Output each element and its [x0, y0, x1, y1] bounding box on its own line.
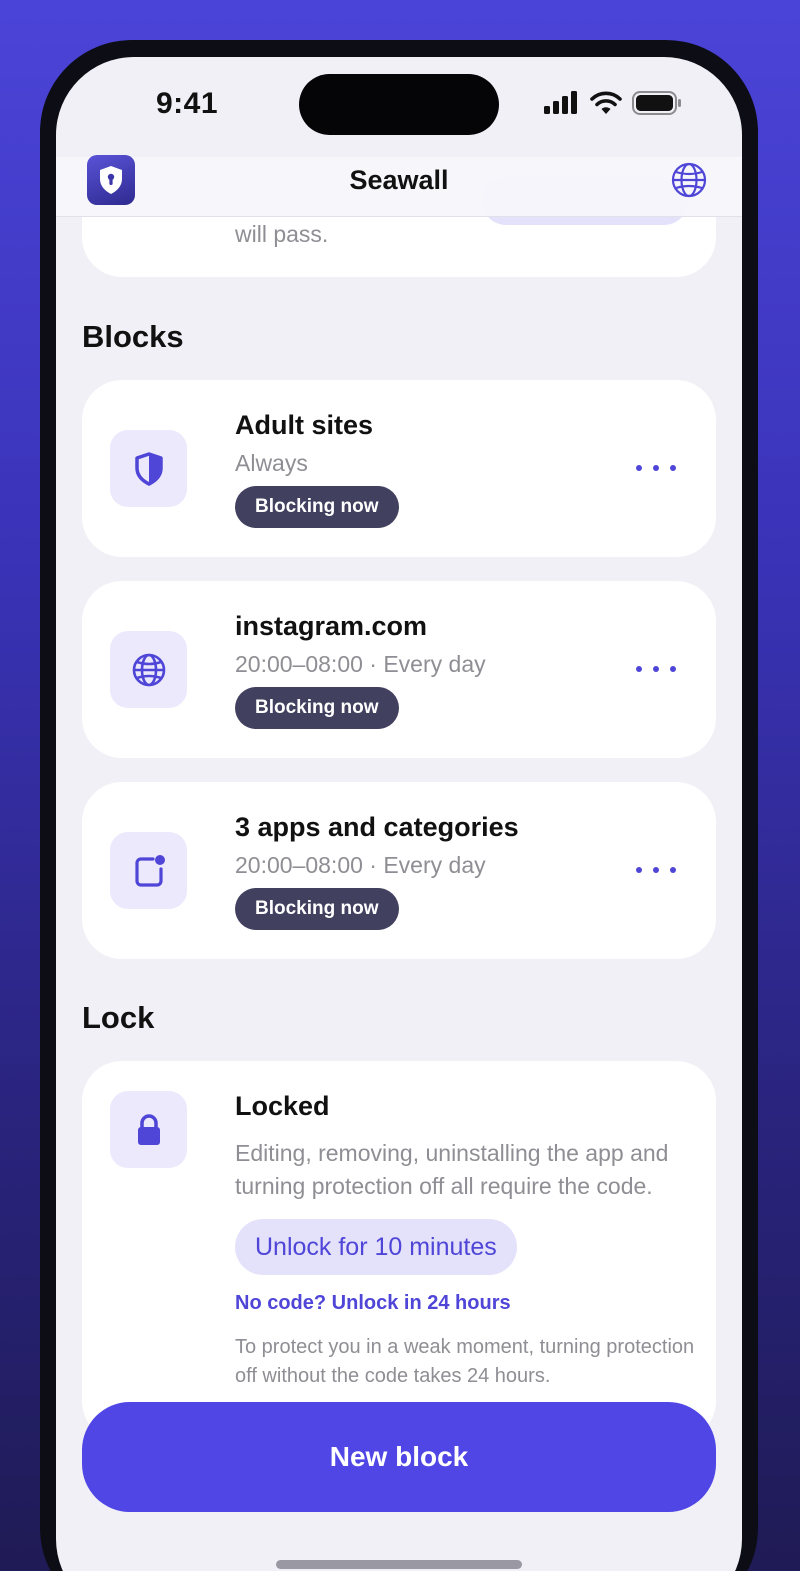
blocking-status-badge: Blocking now	[235, 486, 399, 528]
dot-icon	[653, 867, 659, 873]
shield-icon	[134, 451, 163, 486]
more-options-button[interactable]	[636, 659, 676, 679]
lock-description: Editing, removing, uninstalling the app …	[235, 1140, 669, 1199]
partial-text: will pass.	[235, 221, 329, 247]
app-screen: will pass. Blocks Adult sites Always Blo…	[56, 57, 742, 1571]
block-card[interactable]: instagram.com 20:00–08:00 · Every day Bl…	[82, 581, 716, 758]
battery-icon	[632, 91, 681, 115]
scroll-content[interactable]: will pass. Blocks Adult sites Always Blo…	[56, 57, 742, 1571]
block-title: instagram.com	[235, 611, 428, 641]
wifi-icon	[590, 91, 622, 114]
block-schedule: 20:00–08:00 · Every day	[235, 651, 486, 677]
dot-icon	[653, 666, 659, 672]
home-indicator	[276, 1560, 522, 1569]
navigation-bar: Seawall	[56, 155, 742, 217]
dynamic-island	[299, 74, 499, 135]
more-options-button[interactable]	[636, 860, 676, 880]
signal-icon	[544, 91, 577, 114]
block-title: 3 apps and categories	[235, 812, 519, 842]
unlock-24-hours-link[interactable]: No code? Unlock in 24 hours	[235, 1292, 511, 1315]
lock-icon-tile	[110, 1091, 187, 1168]
unlock-10-minutes-button[interactable]: Unlock for 10 minutes	[235, 1219, 517, 1275]
dot-icon	[653, 465, 659, 471]
dot-icon	[670, 666, 676, 672]
status-time: 9:41	[156, 87, 219, 120]
block-title: Adult sites	[235, 410, 374, 440]
block-schedule: Always	[235, 450, 308, 476]
block-icon-tile	[110, 430, 187, 507]
status-icons	[544, 91, 682, 115]
block-icon-tile	[110, 832, 187, 909]
lock-icon	[137, 1113, 160, 1145]
dot-icon	[670, 465, 676, 471]
dot-icon	[636, 465, 642, 471]
dot-icon	[670, 867, 676, 873]
block-card[interactable]: Adult sites Always Blocking now	[82, 380, 716, 557]
app-icon	[134, 854, 165, 887]
block-card[interactable]: 3 apps and categories 20:00–08:00 · Ever…	[82, 782, 716, 959]
dot-icon	[636, 666, 642, 672]
lock-title: Locked	[235, 1091, 330, 1121]
block-schedule: 20:00–08:00 · Every day	[235, 852, 486, 878]
globe-button[interactable]	[670, 161, 708, 204]
new-block-button[interactable]: New block	[82, 1402, 716, 1512]
status-bar: 9:41	[56, 57, 742, 157]
block-icon-tile	[110, 631, 187, 708]
globe-icon	[132, 653, 165, 686]
dot-icon	[636, 867, 642, 873]
lock-note: To protect you in a weak moment, turning…	[235, 1336, 695, 1387]
blocking-status-badge: Blocking now	[235, 888, 399, 930]
page-title: Seawall	[349, 165, 449, 195]
lock-heading: Lock	[82, 1000, 155, 1035]
blocking-status-badge: Blocking now	[235, 687, 399, 729]
more-options-button[interactable]	[636, 458, 676, 478]
lock-card: Locked Editing, removing, uninstalling t…	[82, 1061, 716, 1441]
blocks-heading: Blocks	[82, 319, 184, 354]
globe-icon	[671, 162, 707, 198]
